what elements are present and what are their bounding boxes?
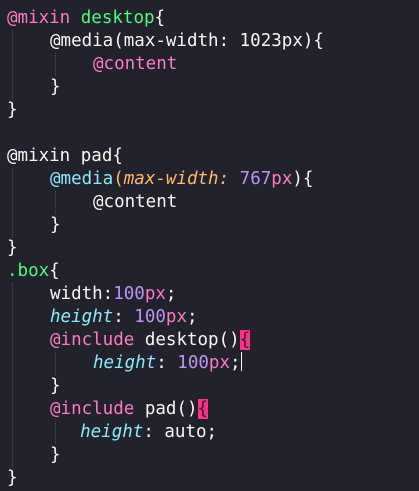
code-token: }	[50, 215, 61, 235]
code-line[interactable]: }	[50, 76, 61, 99]
code-token: (	[113, 169, 124, 189]
code-token: }	[50, 445, 61, 465]
code-line[interactable]: }	[7, 99, 18, 122]
code-token: max-width:	[123, 169, 230, 189]
code-token: {	[154, 8, 166, 28]
indent-guide	[55, 352, 56, 375]
code-token: px	[271, 169, 293, 189]
code-token: height	[80, 422, 144, 442]
code-token: }	[7, 100, 18, 120]
indent-guide	[12, 168, 13, 237]
code-line[interactable]: height: 100px;	[93, 352, 242, 375]
code-line[interactable]: width:100px;	[50, 283, 176, 306]
code-token: 100	[177, 353, 209, 373]
code-token: }	[7, 238, 18, 258]
code-line[interactable]: height: 100px;	[50, 306, 198, 329]
code-line[interactable]: @mixin desktop{	[7, 7, 165, 30]
code-line[interactable]: @mixin pad{	[7, 145, 123, 168]
code-token: ;	[229, 353, 241, 373]
indent-guide	[55, 53, 56, 76]
indent-guide	[12, 283, 13, 467]
code-token: : auto;	[143, 422, 218, 442]
code-token: px	[208, 353, 230, 373]
code-token: height	[50, 307, 114, 327]
code-token: }	[50, 77, 61, 97]
code-line[interactable]: @include pad(){	[50, 398, 209, 421]
code-token: desktop	[80, 8, 155, 28]
code-line[interactable]: @content	[93, 53, 177, 76]
code-token: desktop()	[134, 330, 240, 350]
code-line[interactable]: }	[7, 467, 18, 490]
code-editor[interactable]: @mixin desktop{@media(max-width: 1023px)…	[0, 0, 419, 491]
code-token: @content	[93, 54, 178, 74]
code-token: }	[7, 468, 18, 488]
code-token: :	[156, 353, 178, 373]
code-token: @mixin	[7, 8, 71, 28]
indent-guide	[12, 30, 13, 99]
text-cursor	[240, 352, 242, 371]
code-token: 100	[113, 284, 145, 304]
code-line[interactable]: @content	[93, 191, 177, 214]
code-line[interactable]: .box{	[7, 260, 60, 283]
code-token: :	[113, 307, 135, 327]
code-token: px	[165, 307, 187, 327]
code-token: {	[49, 261, 60, 281]
code-token: @media(max-width: 1023px){	[50, 31, 324, 51]
code-token: pad()	[134, 399, 198, 419]
code-token: height	[93, 353, 157, 373]
code-line[interactable]: }	[7, 237, 18, 260]
code-token: width:	[50, 284, 114, 304]
code-token: ;	[165, 284, 177, 304]
code-line[interactable]: }	[50, 444, 61, 467]
code-token: }	[50, 376, 61, 396]
indent-guide	[55, 191, 56, 214]
code-token: @include	[50, 399, 135, 419]
indent-guide	[55, 421, 56, 444]
code-token: px	[144, 284, 166, 304]
matched-bracket: {	[239, 330, 251, 350]
code-line[interactable]: @media(max-width: 767px){	[50, 168, 313, 191]
matched-bracket: {	[197, 399, 209, 419]
code-token: @include	[50, 330, 135, 350]
code-token: ;	[186, 307, 198, 327]
code-token: @mixin pad{	[7, 146, 123, 166]
code-token: 100	[134, 307, 166, 327]
code-line[interactable]: }	[50, 375, 61, 398]
code-line[interactable]: height: auto;	[80, 421, 217, 444]
code-token: .box	[7, 261, 50, 281]
code-token: ){	[292, 169, 314, 189]
code-token: @content	[93, 192, 178, 212]
code-line[interactable]: @media(max-width: 1023px){	[50, 30, 324, 53]
code-token: 767	[239, 169, 272, 189]
code-line[interactable]: }	[50, 214, 61, 237]
code-token: @media	[50, 169, 114, 189]
code-line[interactable]: @include desktop(){	[50, 329, 251, 352]
